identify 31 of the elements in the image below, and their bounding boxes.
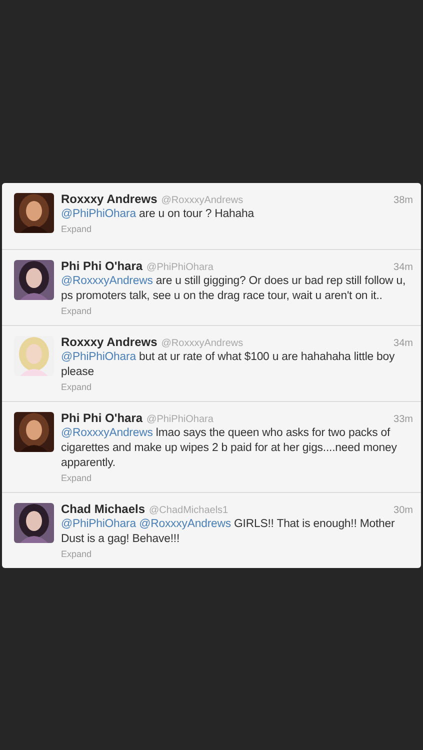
timestamp[interactable]: 34m [394, 262, 413, 272]
user-name[interactable]: Roxxxy Andrews [61, 334, 158, 348]
timestamp[interactable]: 34m [394, 338, 413, 348]
tweet-text: @PhiPhiOhara @RoxxxyAndrews GIRLS!! That is enough!! Mother Dust is a gag! Behave!!! [61, 516, 396, 546]
mention-link[interactable]: @PhiPhiOhara [61, 350, 136, 362]
user-handle[interactable]: @RoxxxyAndrews [161, 194, 244, 206]
expand-link[interactable]: Expand [61, 472, 92, 482]
expand-link[interactable]: Expand [61, 382, 92, 392]
mention-link[interactable]: @RoxxxyAndrews [61, 274, 153, 286]
tweet-text: @RoxxxyAndrews lmao says the queen who asks for two packs of cigarettes and make up wipes 2 b paid for at her gigs....need money apparently. [61, 426, 398, 470]
mention-link[interactable]: @RoxxxyAndrews [139, 518, 231, 530]
user-handle[interactable]: @PhiPhiOhara [146, 262, 214, 272]
user-name[interactable]: Phi Phi O'hara [61, 410, 143, 424]
user-name[interactable]: Roxxxy Andrews [61, 192, 158, 206]
user-handle[interactable]: @ChadMichaels1 [149, 504, 228, 516]
user-name[interactable]: Phi Phi O'hara [61, 258, 143, 272]
expand-link[interactable]: Expand [61, 224, 92, 234]
mention-link[interactable]: @PhiPhiOhara [61, 208, 136, 220]
expand-link[interactable]: Expand [61, 548, 92, 558]
tweet-text: @PhiPhiOhara but at ur rate of what $100 u are hahahaha little boy please [61, 350, 396, 380]
mention-link[interactable]: @PhiPhiOhara [61, 518, 136, 530]
user-name[interactable]: Chad Michaels [61, 502, 146, 516]
tweet-text: @RoxxxyAndrews are u still gigging? Or does ur bad rep still follow u, ps promoters talk, see u on the drag race tour, wait u aren't on it.. [61, 274, 407, 304]
user-handle[interactable]: @RoxxxyAndrews [161, 338, 244, 348]
timestamp[interactable]: 38m [394, 194, 413, 206]
timestamp[interactable]: 33m [394, 414, 413, 424]
user-handle[interactable]: @PhiPhiOhara [146, 414, 214, 424]
expand-link[interactable]: Expand [61, 306, 92, 316]
mention-link[interactable]: @RoxxxyAndrews [61, 426, 153, 438]
timestamp[interactable]: 30m [394, 504, 413, 516]
tweet-text: @PhiPhiOhara are u on tour ? Hahaha [61, 206, 256, 222]
